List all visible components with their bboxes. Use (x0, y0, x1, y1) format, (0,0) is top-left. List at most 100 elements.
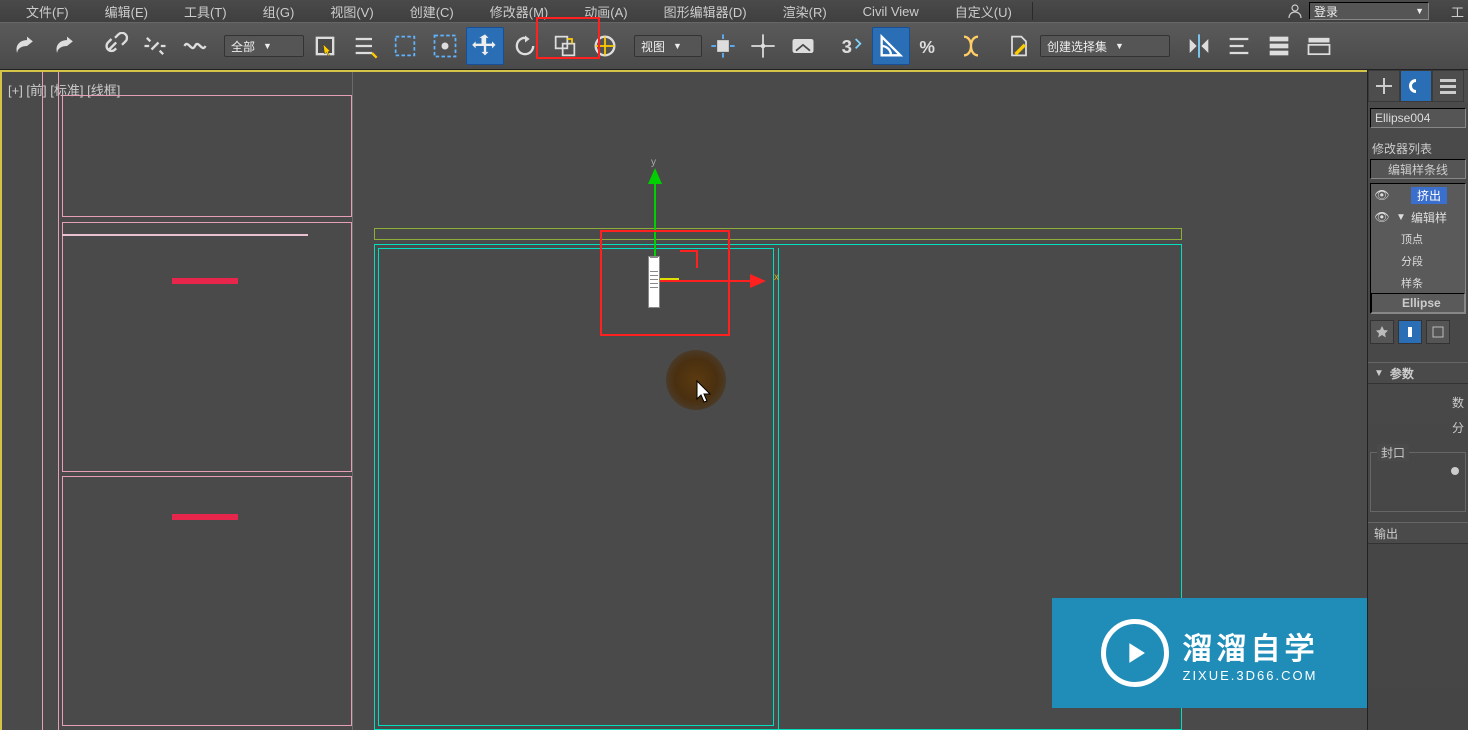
axis-label-y: y (651, 157, 656, 168)
menu-grapheditors[interactable]: 图形编辑器(D) (646, 0, 765, 23)
link-button[interactable] (96, 27, 134, 65)
cap-radio[interactable] (1377, 467, 1459, 475)
menu-bar: 文件(F) 编辑(E) 工具(T) 组(G) 视图(V) 创建(C) 修改器(M… (0, 0, 1468, 22)
selection-filter-dropdown[interactable]: 全部 ▼ (224, 35, 304, 57)
create-tab[interactable] (1368, 70, 1400, 102)
eye-icon[interactable]: 👁 (1373, 210, 1391, 224)
menu-create[interactable]: 创建(C) (392, 0, 472, 23)
scene-line (62, 234, 308, 236)
scene-rect (374, 228, 1182, 240)
hierarchy-tab[interactable] (1432, 70, 1464, 102)
redo-button[interactable] (48, 27, 86, 65)
scene-box (62, 95, 352, 217)
scene-patch (172, 514, 238, 520)
snap-3d-button[interactable]: 3 (832, 27, 870, 65)
menu-edit[interactable]: 编辑(E) (87, 0, 166, 23)
modify-tab[interactable] (1400, 70, 1432, 102)
cursor-icon (696, 380, 714, 404)
modifier-list-label: 修改器列表 (1368, 134, 1468, 159)
main-toolbar: 全部 ▼ 视图 ▼ 3 % 创建选择集 ▼ (0, 22, 1468, 70)
scene-line (58, 72, 59, 730)
menu-group[interactable]: 组(G) (245, 0, 313, 23)
select-region-rect-button[interactable] (386, 27, 424, 65)
svg-text:3: 3 (842, 36, 852, 57)
named-selection-edit-button[interactable] (1000, 27, 1038, 65)
coord-value: 视图 (641, 38, 665, 55)
login-label: 登录 (1314, 3, 1338, 20)
scene-box (62, 222, 352, 472)
watermark: 溜溜自学 ZIXUE.3D66.COM (1052, 598, 1367, 708)
gizmo-x-arrow-icon (750, 274, 766, 288)
named-selection-value: 创建选择集 (1047, 38, 1107, 55)
coord-system-dropdown[interactable]: 视图 ▼ (634, 35, 702, 57)
select-manipulate-button[interactable] (744, 27, 782, 65)
dropdown-arrow-icon: ▼ (1115, 41, 1124, 51)
make-unique-button[interactable] (1426, 320, 1450, 344)
keyboard-shortcut-button[interactable] (784, 27, 822, 65)
show-end-result-button[interactable] (1398, 320, 1422, 344)
menu-truncated[interactable]: 工 (1447, 0, 1468, 23)
svg-text:%: % (919, 37, 935, 57)
menu-rendering[interactable]: 渲染(R) (765, 0, 845, 23)
menu-file[interactable]: 文件(F) (8, 0, 87, 23)
pivot-button[interactable] (704, 27, 742, 65)
scene-line (778, 248, 779, 730)
angle-snap-button[interactable] (872, 27, 910, 65)
select-by-name-button[interactable] (346, 27, 384, 65)
scene-patch (172, 278, 238, 284)
capping-legend: 封口 (1377, 444, 1409, 461)
mirror-button[interactable] (1180, 27, 1218, 65)
modifier-list-dropdown[interactable]: 编辑样条线 (1370, 159, 1466, 179)
unlink-button[interactable] (136, 27, 174, 65)
param-row: 分 (1372, 415, 1464, 440)
modstack-sub-spline[interactable]: 样条 (1371, 272, 1465, 294)
gizmo-y-arrow-icon (648, 168, 662, 184)
menu-view[interactable]: 视图(V) (312, 0, 391, 23)
rollout-output[interactable]: 输出 (1368, 522, 1468, 544)
menu-tools[interactable]: 工具(T) (166, 0, 245, 23)
window-crossing-button[interactable] (426, 27, 464, 65)
named-selection-dropdown[interactable]: 创建选择集 ▼ (1040, 35, 1170, 57)
command-panel: Ellipse004 修改器列表 编辑样条线 👁 挤出 👁 ▼ 编辑样 顶点 分… (1367, 70, 1468, 730)
tutorial-highlight-toolbar (536, 17, 600, 59)
modstack-sub-segment[interactable]: 分段 (1371, 250, 1465, 272)
rollout-twisty-icon: ▼ (1374, 368, 1384, 379)
percent-snap-button[interactable]: % (912, 27, 950, 65)
modstack-item-extrude[interactable]: 👁 挤出 (1371, 184, 1465, 206)
toggle-ribbon-button[interactable] (1300, 27, 1338, 65)
eye-icon[interactable]: 👁 (1373, 188, 1391, 202)
watermark-logo-icon (1101, 619, 1169, 687)
undo-button[interactable] (8, 27, 46, 65)
dropdown-arrow-icon: ▼ (263, 41, 272, 51)
capping-group: 封口 (1370, 452, 1466, 512)
modstack-base-ellipse[interactable]: Ellipse (1371, 293, 1465, 313)
align-button[interactable] (1220, 27, 1258, 65)
watermark-url: ZIXUE.3D66.COM (1183, 668, 1319, 683)
tutorial-highlight-viewport (600, 230, 730, 336)
axis-label-x: x (774, 272, 779, 283)
watermark-title: 溜溜自学 (1183, 624, 1319, 668)
param-row: 数 (1372, 390, 1464, 415)
rollout-parameters[interactable]: ▼ 参数 (1368, 362, 1468, 384)
dropdown-arrow-icon: ▼ (673, 41, 682, 51)
spinner-snap-button[interactable] (952, 27, 990, 65)
move-button[interactable] (466, 27, 504, 65)
menu-customize[interactable]: 自定义(U) (937, 0, 1030, 23)
viewport[interactable]: [+] [前] [标准] [线框] y x (0, 70, 1367, 730)
layer-explorer-button[interactable] (1260, 27, 1298, 65)
collapse-icon[interactable]: ▼ (1395, 212, 1407, 223)
bind-spacewarp-button[interactable] (176, 27, 214, 65)
modifier-stack[interactable]: 👁 挤出 👁 ▼ 编辑样 顶点 分段 样条 Ellipse (1370, 183, 1466, 314)
modstack-sub-vertex[interactable]: 顶点 (1371, 228, 1465, 250)
user-icon (1287, 3, 1303, 19)
dropdown-arrow-icon: ▼ (1415, 6, 1424, 16)
pin-stack-button[interactable] (1370, 320, 1394, 344)
menu-civilview[interactable]: Civil View (845, 2, 937, 21)
filter-value: 全部 (231, 38, 255, 55)
modstack-item-editspline[interactable]: 👁 ▼ 编辑样 (1371, 206, 1465, 228)
login-box[interactable]: 登录 ▼ (1287, 2, 1447, 20)
scene-line (42, 72, 43, 730)
object-name-field[interactable]: Ellipse004 (1370, 108, 1466, 128)
select-object-button[interactable] (306, 27, 344, 65)
modstack-toolbar (1368, 314, 1468, 350)
